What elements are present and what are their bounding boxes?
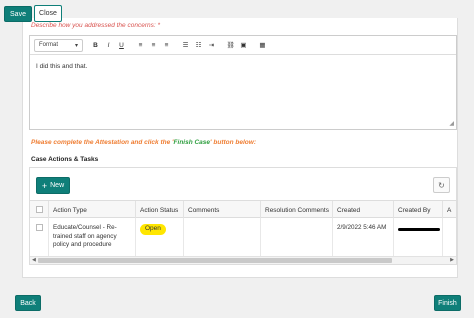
resize-grip-icon[interactable]: ◢ xyxy=(449,120,454,127)
column-header[interactable]: Action Status xyxy=(135,201,183,219)
rich-text-editor[interactable]: Format ▾ B I U ≡ ≡ ≡ ☰ ☷ ⇥ ⛓ ▣ ▦ I did t… xyxy=(29,35,457,130)
align-left-icon[interactable]: ≡ xyxy=(134,39,147,52)
new-button-label: New xyxy=(50,182,65,189)
section-title: Case Actions & Tasks xyxy=(31,156,99,163)
status-badge: Open xyxy=(140,224,166,235)
created-by-cell xyxy=(393,218,442,256)
bullet-list-icon[interactable]: ☰ xyxy=(179,39,192,52)
format-dropdown[interactable]: Format ▾ xyxy=(34,38,83,52)
scroll-left-icon[interactable]: ◀ xyxy=(32,257,36,263)
comments-cell xyxy=(183,218,260,256)
indent-icon[interactable]: ⇥ xyxy=(205,39,218,52)
refresh-icon[interactable]: ↻ xyxy=(433,177,450,193)
select-all-checkbox[interactable] xyxy=(36,206,43,213)
table-header: Action Type Action Status Comments Resol… xyxy=(30,200,458,219)
back-button[interactable]: Back xyxy=(15,295,41,311)
attestation-highlight: Finish Case xyxy=(173,139,211,146)
finish-button[interactable]: Finish xyxy=(434,295,461,311)
table-icon[interactable]: ▦ xyxy=(256,39,269,52)
column-header[interactable]: Resolution Comments xyxy=(260,201,332,219)
align-right-icon[interactable]: ≡ xyxy=(160,39,173,52)
new-action-button[interactable]: + New xyxy=(36,177,70,194)
row-checkbox[interactable] xyxy=(36,224,43,231)
created-cell: 2/9/2022 5:46 AM xyxy=(332,218,393,256)
scrollbar-thumb[interactable] xyxy=(38,258,392,263)
resolution-comments-cell xyxy=(260,218,332,256)
column-header[interactable]: A xyxy=(442,201,458,219)
action-status-cell: Open xyxy=(135,218,183,256)
concerns-prompt-label: Describe how you addressed the concerns:… xyxy=(31,22,160,29)
header-select-cell xyxy=(30,201,48,219)
row-select-cell xyxy=(30,218,48,256)
table-row[interactable]: Educate/Counsel - Re-trained staff on ag… xyxy=(30,218,456,256)
column-header[interactable]: Created By xyxy=(393,201,442,219)
image-icon[interactable]: ▣ xyxy=(237,39,250,52)
chevron-down-icon: ▾ xyxy=(74,42,78,49)
case-actions-grid: + New ↻ Action Type Action Status Commen… xyxy=(29,167,457,265)
format-dropdown-label: Format xyxy=(39,42,59,48)
attestation-suffix: ' button below: xyxy=(210,139,256,146)
editor-content[interactable]: I did this and that. xyxy=(36,63,87,70)
save-button[interactable]: Save xyxy=(4,6,32,22)
scroll-right-icon[interactable]: ▶ xyxy=(450,257,454,263)
a-cell xyxy=(442,218,458,256)
horizontal-scrollbar[interactable]: ◀ ▶ xyxy=(30,256,456,264)
column-header[interactable]: Action Type xyxy=(48,201,135,219)
italic-icon[interactable]: I xyxy=(102,39,115,52)
underline-icon[interactable]: U xyxy=(115,39,128,52)
numbered-list-icon[interactable]: ☷ xyxy=(192,39,205,52)
editor-toolbar: Format ▾ B I U ≡ ≡ ≡ ☰ ☷ ⇥ ⛓ ▣ ▦ xyxy=(30,36,456,55)
attestation-prefix: Please complete the Attestation and clic… xyxy=(31,139,174,146)
redacted-name xyxy=(398,228,440,231)
bold-icon[interactable]: B xyxy=(89,39,102,52)
close-button[interactable]: Close xyxy=(34,5,62,22)
link-icon[interactable]: ⛓ xyxy=(224,39,237,52)
plus-icon: + xyxy=(41,180,48,191)
action-type-cell: Educate/Counsel - Re-trained staff on ag… xyxy=(48,218,135,256)
attestation-instruction: Please complete the Attestation and clic… xyxy=(31,139,256,146)
align-center-icon[interactable]: ≡ xyxy=(147,39,160,52)
column-header[interactable]: Comments xyxy=(183,201,260,219)
column-header[interactable]: Created xyxy=(332,201,393,219)
